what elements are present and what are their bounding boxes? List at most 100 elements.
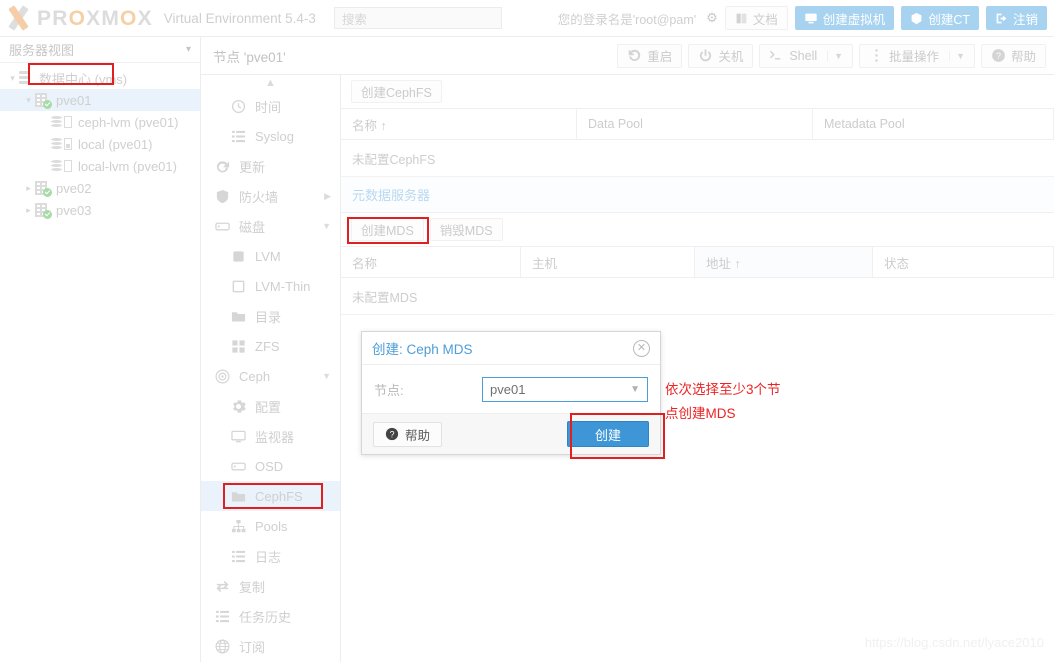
nav-item-[interactable]: 监视器 bbox=[201, 421, 340, 451]
chevron-right-icon[interactable]: ▸ bbox=[22, 205, 35, 216]
nav-item-[interactable]: 防火墙 ▶ bbox=[201, 181, 340, 211]
svg-text:?: ? bbox=[390, 430, 395, 440]
shield-icon bbox=[215, 189, 232, 204]
toolbar-button-shell[interactable]: Shell ▼ bbox=[759, 43, 854, 68]
nav-item-label: 更新 bbox=[239, 159, 266, 175]
server-view-selector[interactable]: 服务器视图 ▾ bbox=[0, 37, 200, 63]
nav-item-[interactable]: 日志 bbox=[201, 541, 340, 571]
chevron-up-icon[interactable]: ▲ bbox=[201, 75, 340, 91]
tree-item-local-lvm-pve01[interactable]: local-lvm (pve01) bbox=[0, 155, 200, 177]
chevron-down-icon[interactable]: ▾ bbox=[6, 73, 19, 84]
nav-item-[interactable]: 目录 bbox=[201, 301, 340, 331]
column-header[interactable]: Data Pool bbox=[577, 109, 813, 139]
tree-item-pve01[interactable]: ▾ pve01 bbox=[0, 89, 200, 111]
nav-item-osd[interactable]: OSD bbox=[201, 451, 340, 481]
toolbar-button--[interactable]: ? 帮助 bbox=[980, 43, 1046, 68]
nav-item-[interactable]: 磁盘 ▼ bbox=[201, 211, 340, 241]
annotation-text: 依次选择至少3个节 点创建MDS bbox=[665, 378, 781, 426]
nav-item-[interactable]: 复制 bbox=[201, 571, 340, 601]
tree-item-pve02[interactable]: ▸ pve02 bbox=[0, 177, 200, 199]
nav-item-[interactable]: 订阅 bbox=[201, 631, 340, 661]
toolbar-button-label: 重启 bbox=[647, 50, 673, 64]
tree-item-ceph-lvm-pve01[interactable]: ceph-lvm (pve01) bbox=[0, 111, 200, 133]
create-cephfs-button[interactable]: 创建CephFS bbox=[351, 80, 442, 103]
toolbar-button-label: 批量操作 bbox=[889, 50, 940, 64]
help-button-label: 帮助 bbox=[405, 428, 431, 443]
storage-icon bbox=[51, 159, 73, 173]
nav-item-label: 配置 bbox=[255, 399, 282, 415]
tree-item-label: local-lvm (pve01) bbox=[78, 158, 177, 174]
logo-part-2: XM bbox=[86, 6, 121, 30]
nav-item-lvm-thin[interactable]: LVM-Thin bbox=[201, 271, 340, 301]
search-input[interactable]: 搜索 bbox=[333, 7, 502, 29]
column-header[interactable]: 地址 ↑ bbox=[695, 247, 873, 277]
nav-item-[interactable]: 更新 bbox=[201, 151, 340, 181]
chevron-right-icon[interactable]: ▸ bbox=[22, 183, 35, 194]
cephfs-empty-text: 未配置CephFS bbox=[352, 152, 436, 167]
nav-item-pools[interactable]: Pools bbox=[201, 511, 340, 541]
toolbar-button--[interactable]: 重启 bbox=[617, 43, 683, 68]
column-header[interactable]: 名称 ↑ bbox=[341, 109, 577, 139]
list-icon bbox=[215, 610, 230, 622]
column-header[interactable]: 状态 bbox=[873, 247, 1054, 277]
tree-item-vms[interactable]: ▾ 数据中心 (vms) bbox=[0, 67, 200, 89]
search-placeholder: 搜索 bbox=[341, 12, 367, 27]
chevron-down-icon[interactable]: ▼ bbox=[949, 50, 965, 61]
create-ct-button[interactable]: 创建CT bbox=[901, 6, 979, 30]
grid-icon bbox=[231, 339, 248, 354]
column-header[interactable]: Metadata Pool bbox=[813, 109, 1054, 139]
create-mds-button[interactable]: 创建MDS bbox=[351, 218, 424, 241]
nav-items: 时间 Syslog 更新防火墙 ▶ 磁盘 ▼ LVM LVM-Thin 目录 ZFS Ceph ▼ 配置… bbox=[201, 91, 340, 661]
nav-item-ceph[interactable]: Ceph ▼ bbox=[201, 361, 340, 391]
nav-item-[interactable]: 时间 bbox=[201, 91, 340, 121]
list-icon bbox=[231, 549, 248, 564]
logout-button[interactable]: 注销 bbox=[985, 6, 1047, 30]
nav-item-cephfs[interactable]: CephFS bbox=[201, 481, 340, 511]
node-icon bbox=[35, 180, 52, 197]
logo-part-3: X bbox=[137, 6, 153, 30]
create-button[interactable]: 创建 bbox=[567, 421, 649, 447]
column-header-label: 状态 bbox=[884, 256, 910, 271]
destroy-mds-button[interactable]: 销毁MDS bbox=[429, 218, 503, 241]
replication-icon bbox=[215, 579, 232, 594]
tree-item-label: pve01 bbox=[56, 92, 92, 108]
nav-item-zfs[interactable]: ZFS bbox=[201, 331, 340, 361]
node-icon bbox=[35, 92, 52, 109]
gear-icon[interactable]: ⚙ bbox=[706, 10, 718, 26]
close-circle-icon[interactable]: ✕ bbox=[633, 339, 650, 357]
logout-icon bbox=[996, 13, 1007, 23]
chevron-down-icon[interactable]: ▾ bbox=[22, 95, 35, 106]
grid-icon bbox=[232, 339, 245, 353]
chevron-down-icon[interactable]: ▼ bbox=[827, 50, 843, 61]
tree-item-label: local (pve01) bbox=[78, 136, 153, 152]
nav-item-[interactable]: 任务历史 bbox=[201, 601, 340, 631]
nav-item-syslog[interactable]: Syslog bbox=[201, 121, 340, 151]
nav-item-[interactable]: 配置 bbox=[201, 391, 340, 421]
tree-item-pve03[interactable]: ▸ pve03 bbox=[0, 199, 200, 221]
tree-item-local-pve01[interactable]: local (pve01) bbox=[0, 133, 200, 155]
monitor-icon bbox=[231, 430, 246, 442]
create-ceph-mds-dialog: 创建: Ceph MDS ✕ 节点: pve01 ▼ ? 帮助 创建 bbox=[361, 331, 661, 455]
nav-item-label: Pools bbox=[255, 518, 288, 534]
node-select[interactable]: pve01 ▼ bbox=[482, 376, 648, 402]
nav-item-lvm[interactable]: LVM bbox=[201, 241, 340, 271]
chevron-down-icon: ▼ bbox=[630, 383, 640, 395]
column-header[interactable]: 主机 bbox=[521, 247, 695, 277]
storage-icon bbox=[51, 115, 73, 129]
docs-button[interactable]: 文档 bbox=[724, 6, 788, 30]
tree-item-label: ceph-lvm (pve01) bbox=[78, 114, 179, 130]
gear-icon bbox=[233, 399, 246, 413]
toolbar-button--[interactable]: 批量操作 ▼ bbox=[859, 43, 975, 68]
column-header[interactable]: 名称 bbox=[341, 247, 521, 277]
disk-icon bbox=[231, 459, 248, 474]
datacenter-icon bbox=[19, 71, 34, 85]
toolbar-button--[interactable]: 关机 bbox=[688, 43, 754, 68]
chevron-down-icon: ▼ bbox=[322, 371, 331, 381]
cube-icon bbox=[911, 12, 922, 24]
dialog-header: 创建: Ceph MDS ✕ bbox=[362, 332, 660, 365]
mds-section-title[interactable]: 元数据服务器 bbox=[341, 177, 1054, 213]
mds-empty-text: 未配置MDS bbox=[352, 290, 418, 305]
ceph-icon bbox=[215, 369, 230, 383]
create-vm-button[interactable]: 创建虚拟机 bbox=[794, 6, 895, 30]
help-button[interactable]: ? 帮助 bbox=[373, 421, 443, 447]
